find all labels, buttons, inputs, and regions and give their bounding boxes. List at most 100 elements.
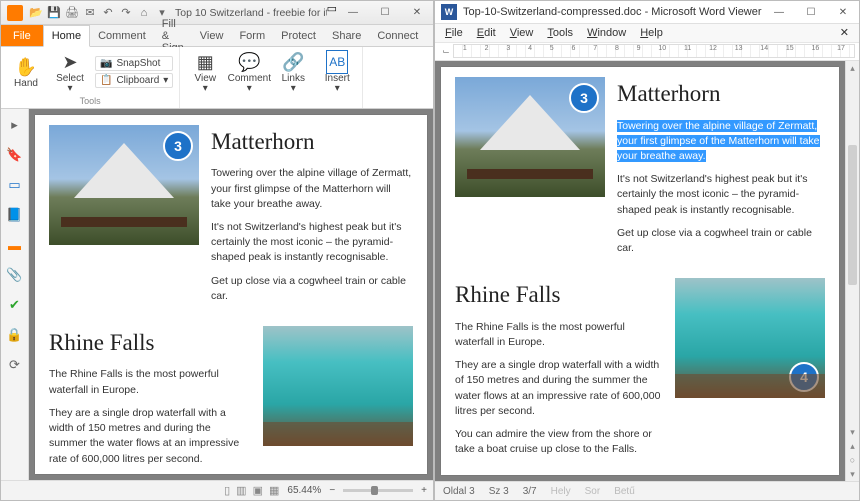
menu-view[interactable]: View (504, 27, 540, 39)
adjust-icon[interactable]: ⟳ (5, 355, 25, 375)
status-section[interactable]: Sz 3 (489, 486, 509, 497)
status-hely: Hely (551, 486, 571, 497)
status-page[interactable]: Oldal 3 (443, 486, 475, 497)
book-icon[interactable]: ▦ (269, 484, 279, 497)
links-dropdown[interactable]: 🔗Links▾ (274, 50, 312, 94)
open-icon[interactable]: 📂 (29, 6, 43, 20)
status-pages[interactable]: 3/7 (523, 486, 537, 497)
undo-icon[interactable]: ↶ (101, 6, 115, 20)
clipboard-button[interactable]: 📋Clipboard ▾ (95, 73, 173, 88)
home-icon[interactable]: ⌂ (137, 6, 151, 20)
rhine-text: Rhine Falls The Rhine Falls is the most … (455, 278, 663, 465)
close-button[interactable]: ✕ (401, 2, 433, 24)
clipboard-stack: 📷SnapShot 📋Clipboard ▾ (95, 56, 173, 88)
menu-edit[interactable]: Edit (471, 27, 502, 39)
menu-window[interactable]: Window (581, 27, 632, 39)
save-icon[interactable]: 💾 (47, 6, 61, 20)
connect-tab[interactable]: Connect (369, 25, 426, 46)
close-button[interactable]: ✕ (827, 1, 859, 23)
attachments-icon[interactable]: 📎 (5, 265, 25, 285)
nav-arrow-icon[interactable]: ▸ (5, 115, 25, 135)
zoom-out-icon[interactable]: − (329, 485, 335, 496)
scroll-down-icon[interactable]: ▾ (846, 425, 859, 439)
select-icon: ➤ (62, 50, 77, 74)
home-tab[interactable]: Home (43, 25, 90, 47)
comment-tab[interactable]: Comment (90, 25, 154, 46)
comment-label: Comment▾ (228, 74, 271, 94)
mail-icon[interactable]: ✉ (83, 6, 97, 20)
protect-tab[interactable]: Protect (273, 25, 324, 46)
security-icon[interactable]: 🔒 (5, 325, 25, 345)
window-title: Top-10-Switzerland-compressed.doc - Micr… (463, 6, 763, 18)
links-label: Links▾ (282, 74, 305, 94)
ribbon-toggle-icon[interactable]: ▭ (327, 2, 337, 24)
prev-page-icon[interactable]: ▴ (846, 439, 859, 453)
signatures-icon[interactable]: ✔ (5, 295, 25, 315)
matterhorn-image: 3 (49, 125, 199, 245)
next-page-icon[interactable]: ▾ (846, 467, 859, 481)
facing-icon[interactable]: ▣ (253, 484, 263, 497)
window-controls: — ☐ ✕ (763, 1, 859, 23)
status-sor: Sor (585, 486, 601, 497)
workarea: ▸ 🔖 ▭ 📘 ▬ 📎 ✔ 🔒 ⟳ 3 Matterhorn Towering … (1, 109, 433, 480)
menu-help[interactable]: Help (634, 27, 669, 39)
zoom-in-icon[interactable]: + (421, 485, 427, 496)
menu-file[interactable]: File (439, 27, 469, 39)
comment-dropdown[interactable]: 💬Comment▾ (230, 50, 268, 94)
doc-close-icon[interactable]: ✕ (834, 26, 855, 39)
badge-3: 3 (163, 131, 193, 161)
rhine-image (263, 326, 413, 446)
scroll-up-icon[interactable]: ▴ (846, 61, 859, 75)
snapshot-button[interactable]: 📷SnapShot (95, 56, 173, 71)
continuous-icon[interactable]: ▥ (236, 484, 246, 497)
single-page-icon[interactable]: ▯ (224, 484, 230, 497)
view-dropdown[interactable]: ▦View▾ (186, 50, 224, 94)
pages-icon[interactable]: ▭ (5, 175, 25, 195)
fill-sign-tab[interactable]: Fill & Sign (154, 25, 192, 46)
zoom-value[interactable]: 65.44% (287, 485, 321, 496)
clipboard-label: Clipboard (116, 75, 159, 86)
bookmarks-icon[interactable]: 🔖 (5, 145, 25, 165)
rhine-p1: The Rhine Falls is the most powerful wat… (49, 367, 251, 397)
view-tab[interactable]: View (192, 25, 232, 46)
hand-icon: ✋ (15, 55, 37, 79)
matterhorn-p3: Get up close via a cogwheel train or cab… (617, 226, 825, 256)
scroll-thumb[interactable] (848, 145, 857, 285)
print-icon[interactable]: 🖨 (65, 6, 79, 20)
document-viewport[interactable]: 3 Matterhorn Towering over the alpine vi… (29, 109, 433, 480)
group-label-empty (270, 95, 273, 106)
rhine-section: Rhine Falls The Rhine Falls is the most … (455, 278, 825, 465)
redo-icon[interactable]: ↷ (119, 6, 133, 20)
rhine-p2: They are a single drop waterfall with a … (49, 406, 251, 467)
menu-tools[interactable]: Tools (541, 27, 579, 39)
hand-tool[interactable]: ✋Hand (7, 55, 45, 89)
layers-icon[interactable]: 📘 (5, 205, 25, 225)
select-tool[interactable]: ➤Select▾ (51, 50, 89, 94)
matterhorn-p3: Get up close via a cogwheel train or cab… (211, 274, 413, 304)
vertical-scrollbar[interactable]: ▴ ▾ ▴ ○ ▾ (845, 61, 859, 481)
share-tab[interactable]: Share (324, 25, 369, 46)
scroll-track[interactable] (846, 75, 859, 425)
document-viewport[interactable]: 3 Matterhorn Towering over the alpine vi… (435, 61, 845, 481)
comments-icon[interactable]: ▬ (5, 235, 25, 255)
rhine-p2: They are a single drop waterfall with a … (455, 358, 663, 419)
insert-dropdown[interactable]: ABInsert▾ (318, 50, 356, 94)
ribbon-tabs: File Home Comment Fill & Sign View Form … (1, 25, 433, 47)
select-label: Select▾ (56, 74, 84, 94)
zoom-slider[interactable] (343, 489, 413, 492)
statusbar: Oldal 3 Sz 3 3/7 Hely Sor Betű (435, 481, 859, 500)
matterhorn-p1-selected[interactable]: Towering over the alpine village of Zerm… (617, 120, 820, 162)
view-group: ▦View▾ 💬Comment▾ 🔗Links▾ ABInsert▾ (180, 47, 363, 108)
minimize-button[interactable]: — (763, 1, 795, 23)
browse-object-icon[interactable]: ○ (846, 453, 859, 467)
insert-label: Insert▾ (325, 74, 350, 94)
form-tab[interactable]: Form (231, 25, 273, 46)
rhine-section: Rhine Falls The Rhine Falls is the most … (49, 326, 413, 474)
menubar: File Edit View Tools Window Help ✕ (435, 24, 859, 43)
rhine-heading: Rhine Falls (455, 278, 663, 311)
horizontal-ruler[interactable]: 1234567891011121314151617 (453, 44, 855, 58)
file-tab[interactable]: File (1, 25, 43, 46)
maximize-button[interactable]: ☐ (795, 1, 827, 23)
minimize-button[interactable]: — (337, 2, 369, 24)
maximize-button[interactable]: ☐ (369, 2, 401, 24)
